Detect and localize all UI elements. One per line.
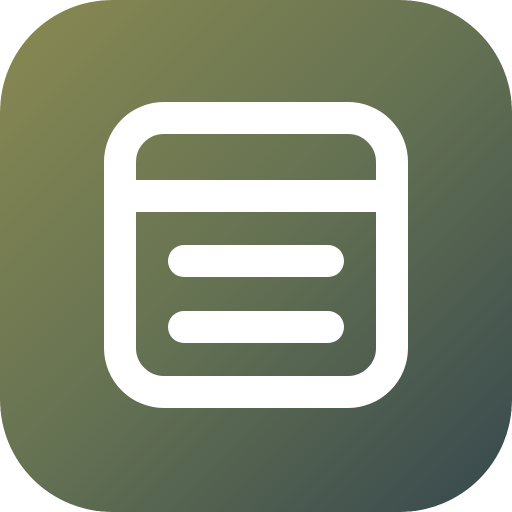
app-icon-graphic xyxy=(0,0,512,512)
icon-canvas xyxy=(0,0,512,512)
app-icon[interactable] xyxy=(0,0,512,512)
